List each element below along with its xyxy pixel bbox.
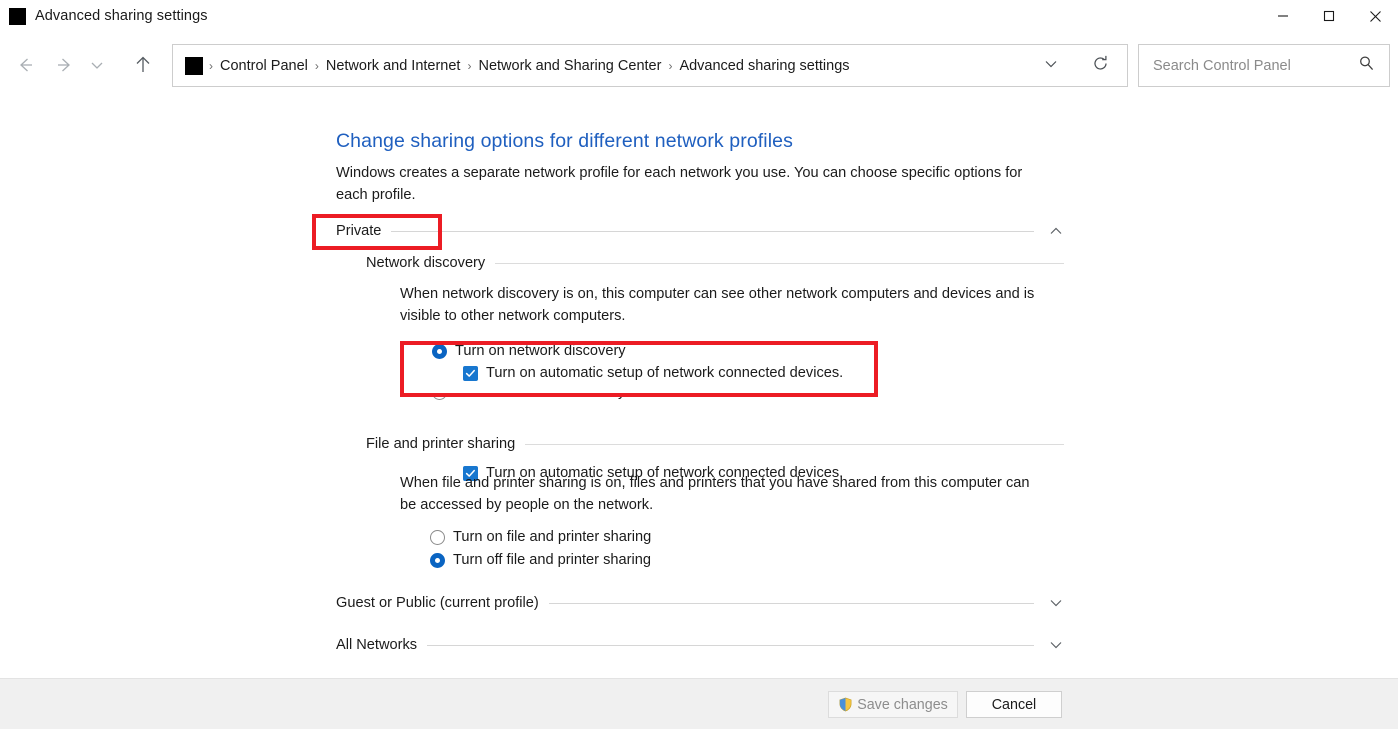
recent-locations-button[interactable] — [84, 42, 110, 88]
breadcrumb-separator: › — [666, 59, 674, 73]
cancel-label: Cancel — [992, 697, 1037, 713]
radio-label: Turn off network discovery — [455, 384, 625, 400]
divider — [495, 263, 1064, 264]
radio-turn-on-network-discovery-highlighted[interactable]: Turn on network discovery — [432, 340, 626, 362]
section-label-file-and-printer-sharing: File and printer sharing — [366, 436, 525, 452]
content-pane: Change sharing options for different net… — [0, 92, 1398, 678]
title-bar: Advanced sharing settings — [0, 0, 1398, 32]
profile-label-private: Private — [336, 223, 391, 239]
divider — [525, 444, 1064, 445]
radio-turn-off-network-discovery[interactable]: Turn off network discovery — [432, 381, 625, 403]
up-button[interactable] — [126, 42, 160, 88]
divider — [427, 645, 1034, 646]
breadcrumb-item-advanced-sharing-settings[interactable]: Advanced sharing settings — [674, 56, 854, 76]
control-panel-icon — [185, 57, 203, 75]
back-button[interactable] — [8, 42, 42, 88]
profile-label-guest-or-public: Guest or Public (current profile) — [336, 595, 549, 611]
search-icon[interactable] — [1358, 55, 1375, 77]
radio-label: Turn on network discovery — [455, 343, 626, 359]
profile-label-all-networks: All Networks — [336, 637, 427, 653]
radio-indicator[interactable] — [430, 553, 445, 568]
radio-indicator[interactable] — [432, 344, 447, 359]
close-button[interactable] — [1352, 0, 1398, 32]
radio-indicator[interactable] — [430, 530, 445, 545]
footer-bar: Save changes Cancel — [0, 678, 1398, 729]
breadcrumb-item-network-and-sharing-center[interactable]: Network and Sharing Center — [473, 56, 666, 76]
window-title: Advanced sharing settings — [35, 8, 208, 24]
section-label-network-discovery: Network discovery — [366, 255, 495, 271]
divider — [391, 231, 1034, 232]
radio-label: Turn on file and printer sharing — [453, 529, 651, 545]
navigation-toolbar: › Control Panel › Network and Internet ›… — [0, 42, 1398, 90]
breadcrumb-separator: › — [313, 59, 321, 73]
breadcrumb-separator: › — [207, 59, 215, 73]
radio-label: Turn off file and printer sharing — [453, 552, 651, 568]
profile-header-guest-or-public[interactable]: Guest or Public (current profile) — [336, 592, 1064, 614]
address-bar[interactable]: › Control Panel › Network and Internet ›… — [172, 44, 1128, 87]
breadcrumb-item-network-and-internet[interactable]: Network and Internet — [321, 56, 466, 76]
breadcrumb-item-control-panel[interactable]: Control Panel — [215, 56, 313, 76]
minimize-button[interactable] — [1260, 0, 1306, 32]
save-changes-button[interactable]: Save changes — [828, 691, 958, 718]
profile-header-private[interactable]: Private — [336, 220, 1064, 242]
save-changes-label: Save changes — [857, 697, 948, 713]
page-description: Windows creates a separate network profi… — [336, 163, 1048, 206]
section-header-network-discovery: Network discovery — [366, 253, 1064, 273]
profile-header-all-networks[interactable]: All Networks — [336, 634, 1064, 656]
checkbox-automatic-setup-highlighted[interactable]: Turn on automatic setup of network conne… — [463, 362, 843, 384]
checkbox-label: Turn on automatic setup of network conne… — [486, 365, 843, 381]
section-header-file-and-printer-sharing: File and printer sharing — [366, 434, 1064, 454]
chevron-down-icon[interactable] — [1034, 595, 1064, 611]
checkbox-indicator[interactable] — [463, 366, 478, 381]
divider — [549, 603, 1034, 604]
chevron-down-icon[interactable] — [1034, 637, 1064, 653]
section-description-file-and-printer-sharing: When file and printer sharing is on, fil… — [400, 473, 1048, 516]
chevron-down-icon[interactable] — [1043, 55, 1059, 76]
breadcrumb: › Control Panel › Network and Internet ›… — [207, 56, 855, 76]
refresh-icon[interactable] — [1092, 55, 1109, 77]
window-controls — [1260, 0, 1398, 32]
uac-shield-icon — [838, 697, 853, 712]
section-description-network-discovery: When network discovery is on, this compu… — [400, 284, 1048, 327]
breadcrumb-separator: › — [465, 59, 473, 73]
cancel-button[interactable]: Cancel — [966, 691, 1062, 718]
page-title: Change sharing options for different net… — [336, 130, 793, 153]
advanced-sharing-settings-window: Advanced sharing settings — [0, 0, 1398, 729]
radio-indicator[interactable] — [432, 385, 447, 400]
search-box[interactable] — [1138, 44, 1390, 87]
chevron-up-icon[interactable] — [1034, 223, 1064, 239]
forward-button[interactable] — [48, 42, 82, 88]
radio-turn-off-file-and-printer-sharing[interactable]: Turn off file and printer sharing — [430, 549, 651, 571]
radio-turn-on-file-and-printer-sharing[interactable]: Turn on file and printer sharing — [430, 526, 651, 548]
search-input[interactable] — [1151, 57, 1346, 75]
maximize-button[interactable] — [1306, 0, 1352, 32]
app-icon — [9, 8, 26, 25]
